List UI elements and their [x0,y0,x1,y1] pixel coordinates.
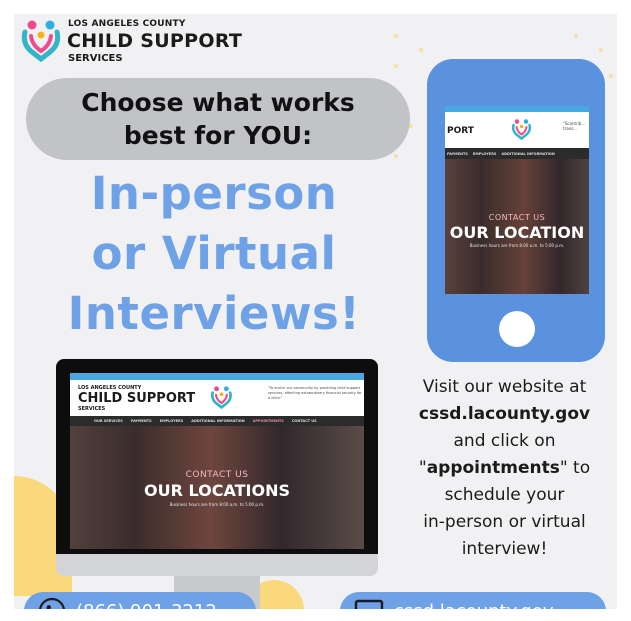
info-url-text: cssd.lacounty.gov [418,404,591,424]
decor-dot [394,154,398,158]
hero-heading: OUR LOCATION [449,223,585,242]
site-nav-item[interactable]: CONTACT US [292,419,317,423]
big-headline-line-3: Interviews! [67,287,361,340]
decor-dot [574,34,578,38]
site-nav: PAYMENTS EMPLOYERS ADDITIONAL INFORMATIO… [445,148,589,159]
quote-mark: " [418,458,427,478]
info-line-4: "appointments" to [392,455,617,482]
hero-contact-label: CONTACT US [185,470,249,480]
hero-hours: Business hours are from 8:00 a.m. to 5:0… [469,243,565,248]
site-header: LOS ANGELES COUNTY CHILD SUPPORT SERVICE… [70,380,364,416]
site-logo-subtitle: SERVICES [78,406,106,412]
info-line-3: and click on [453,431,556,451]
appointments-keyword: appointments [426,458,560,478]
website-contact-pill[interactable]: cssd.lacounty.gov [340,592,606,609]
website-instructions: Visit our website at cssd.lacounty.gov a… [392,374,617,563]
monitor-icon [354,598,384,609]
headline-line-1: Choose what works [81,88,355,117]
logo-subtitle: SERVICES [68,53,123,64]
site-nav-item[interactable]: PAYMENTS [131,419,152,423]
site-nav-item[interactable]: OUR SERVICES [94,419,123,423]
monitor-screen: LOS ANGELES COUNTY CHILD SUPPORT SERVICE… [70,373,364,549]
site-nav-item[interactable]: ADDITIONAL INFORMATION [191,419,244,423]
site-nav-item[interactable]: EMPLOYERS [160,419,184,423]
phone-contact-pill[interactable]: (866) 901-3212 [24,592,256,609]
family-hearts-logo-icon [511,119,532,140]
site-nav: OUR SERVICES PAYMENTS EMPLOYERS ADDITION… [70,416,364,426]
site-nav-item[interactable]: EMPLOYERS [473,152,497,156]
phone-mockup: PORT "Scontrib... trans... PAYMENTS EMPL… [427,59,605,362]
site-header: PORT "Scontrib... trans... [445,112,589,148]
site-nav-item[interactable]: PAYMENTS [447,152,468,156]
decor-dot [419,48,423,52]
phone-screen: PORT "Scontrib... trans... PAYMENTS EMPL… [445,106,589,294]
info-line-1: Visit our website at [422,377,587,397]
big-headline-line-1: In-person [90,167,338,220]
phone-icon [38,597,66,609]
headline-pill: Choose what works best for YOU: [26,78,410,160]
logo-title: CHILD SUPPORT [67,30,243,52]
phone-home-button [499,311,535,347]
hero-hours: Business hours are from 8:00 a.m. to 5:0… [169,502,265,507]
site-logo-text: PORT [447,126,474,136]
big-headline-line-2: or Virtual [91,227,337,280]
hero-heading: OUR LOCATIONS [144,481,290,500]
family-hearts-logo-icon [21,20,61,62]
website-url: cssd.lacounty.gov [394,601,554,610]
site-top-bar [70,373,364,380]
decor-dot [394,34,398,38]
monitor-mockup: LOS ANGELES COUNTY CHILD SUPPORT SERVICE… [56,359,378,567]
headline-line-2: best for YOU: [123,121,313,150]
decor-dot [599,48,603,52]
family-hearts-logo-icon [210,386,232,409]
site-mission: "To enrich our community by providing ch… [268,386,362,400]
site-logo-title: CHILD SUPPORT [78,391,196,406]
logo-county: LOS ANGELES COUNTY [68,19,186,29]
site-mission: "Scontrib... trans... [563,121,586,131]
site-hero: CONTACT US OUR LOCATIONS Business hours … [70,426,364,549]
flyer: LOS ANGELES COUNTY CHILD SUPPORT SERVICE… [14,14,617,609]
info-line-5: schedule your [444,485,565,505]
phone-number: (866) 901-3212 [76,601,217,610]
decor-dot [609,74,613,78]
site-nav-item[interactable]: ADDITIONAL INFORMATION [501,152,554,156]
info-url[interactable]: cssd.lacounty.gov [392,401,617,428]
site-nav-item[interactable]: APPOINTMENTS [253,419,284,423]
quote-mark: " [559,458,568,478]
big-headline: In-person or Virtual Interviews! [24,164,404,344]
monitor-chin [56,554,378,576]
decor-dot [394,64,398,68]
info-line-4-rest: to [567,458,591,478]
site-hero: CONTACT US OUR LOCATION Business hours a… [445,159,589,294]
info-line-7: interview! [461,539,548,559]
hero-contact-label: CONTACT US [488,213,546,222]
info-line-6: in-person or virtual [423,512,586,532]
